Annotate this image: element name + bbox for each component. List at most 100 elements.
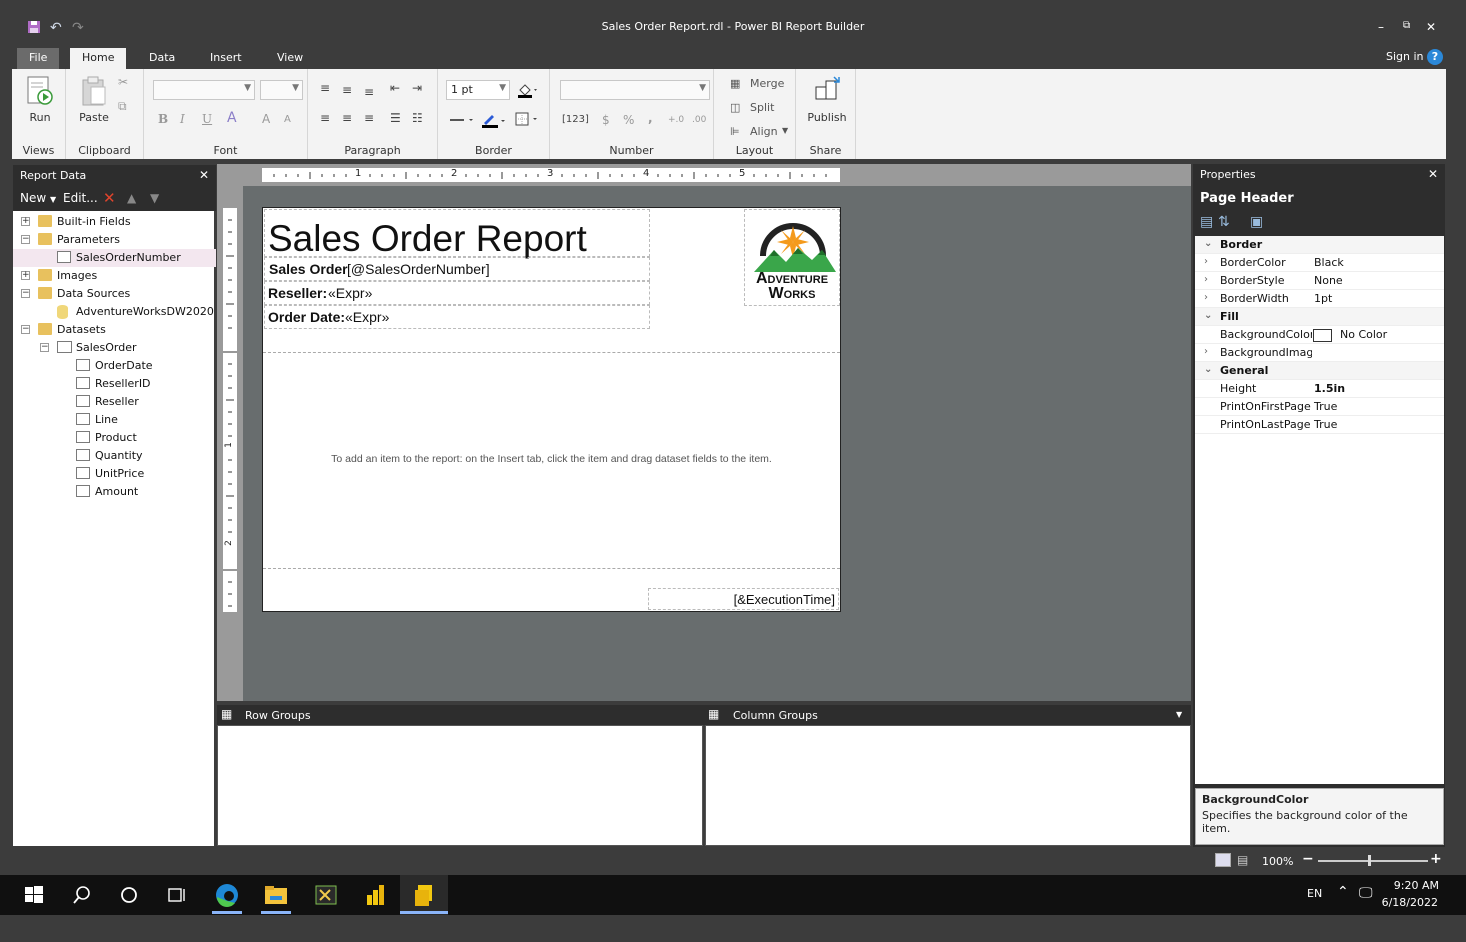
design-view-icon[interactable] [1215, 853, 1231, 867]
tree-item-built-in-fields[interactable]: + Built-in Fields [13, 213, 216, 231]
expand-icon[interactable]: › [1204, 274, 1208, 285]
font-color-button[interactable]: A [227, 110, 237, 126]
property-category-border[interactable]: ⌄ Border [1195, 236, 1444, 254]
tab-insert[interactable]: Insert [198, 48, 254, 69]
bold-button[interactable]: B [158, 112, 168, 126]
expand-icon[interactable]: › [1204, 256, 1208, 267]
tree-item-field[interactable]: Quantity [13, 447, 216, 465]
move-down-icon[interactable]: ▼ [150, 191, 159, 205]
align-bottom-icon[interactable]: ≡ [364, 85, 374, 99]
property-value[interactable]: True [1314, 418, 1337, 431]
numbering-icon[interactable]: ☷ [412, 111, 423, 125]
expander-icon[interactable]: − [21, 235, 30, 244]
property-row[interactable]: BackgroundColor No Color [1195, 326, 1444, 344]
categorized-icon[interactable]: ▤ [1200, 214, 1213, 230]
merge-button[interactable]: Merge [750, 77, 784, 90]
report-body[interactable]: To add an item to the report: on the Ins… [263, 353, 840, 569]
align-button[interactable]: Align [750, 125, 778, 138]
font-family-combo[interactable]: ▼ [153, 80, 255, 100]
align-right-icon[interactable]: ≡ [364, 111, 374, 125]
edit-button[interactable]: Edit... [63, 191, 98, 205]
color-swatch[interactable] [1313, 329, 1332, 342]
tree-item-field[interactable]: UnitPrice [13, 465, 216, 483]
move-up-icon[interactable]: ▲ [127, 191, 136, 205]
grow-font-button[interactable]: A [262, 112, 270, 126]
bullets-icon[interactable]: ☰ [390, 111, 401, 125]
tree-item-field[interactable]: Reseller [13, 393, 216, 411]
decrease-decimal-button[interactable]: .00 [692, 115, 706, 125]
property-row[interactable]: PrintOnLastPage True [1195, 416, 1444, 434]
split-button[interactable]: Split [750, 101, 774, 114]
publish-button[interactable]: Publish [804, 75, 850, 124]
property-value[interactable]: True [1314, 400, 1337, 413]
expander-icon[interactable]: − [40, 343, 49, 352]
network-icon[interactable]: 🖵 [1359, 885, 1373, 901]
report-data-close-icon[interactable]: ✕ [199, 168, 209, 182]
tree-item-data-sources[interactable]: − Data Sources [13, 285, 216, 303]
order-date-textbox[interactable]: Order Date: «Expr» [264, 305, 650, 329]
close-button[interactable]: ✕ [1426, 20, 1436, 34]
placeholder-format-button[interactable]: [123] [562, 114, 589, 125]
language-indicator[interactable]: EN [1307, 887, 1322, 900]
power-bi-icon[interactable] [361, 881, 389, 909]
property-row[interactable]: › BackgroundImage [1195, 344, 1444, 362]
tree-item-field[interactable]: OrderDate [13, 357, 216, 375]
tab-data[interactable]: Data [137, 48, 187, 69]
border-width-combo[interactable]: 1 pt ▼ [446, 80, 510, 100]
zoom-in-icon[interactable]: + [1430, 851, 1442, 867]
sign-in-link[interactable]: Sign in [1386, 50, 1424, 63]
cortana-icon[interactable] [115, 881, 143, 909]
expander-icon[interactable]: − [21, 325, 30, 334]
help-icon[interactable]: ? [1427, 49, 1443, 65]
tab-view[interactable]: View [265, 48, 315, 69]
tree-item-parameters[interactable]: − Parameters [13, 231, 216, 249]
expand-icon[interactable]: › [1204, 292, 1208, 303]
chevron-up-icon[interactable]: ⌃ [1337, 884, 1349, 900]
tree-item-sales-order-number[interactable]: SalesOrderNumber [13, 249, 216, 267]
shrink-font-button[interactable]: A [284, 114, 291, 125]
align-dropdown-icon[interactable]: ▼ [782, 126, 788, 135]
expander-icon[interactable]: + [21, 271, 30, 280]
windows-start-icon[interactable] [20, 881, 48, 909]
delete-icon[interactable]: ✕ [103, 189, 116, 207]
property-row[interactable]: Height 1.5in [1195, 380, 1444, 398]
report-builder-icon[interactable] [410, 881, 438, 909]
tab-file[interactable]: File [17, 48, 60, 69]
expand-icon[interactable]: › [1204, 346, 1208, 357]
property-row[interactable]: › BorderWidth 1pt [1195, 290, 1444, 308]
border-color-icon[interactable] [480, 111, 508, 132]
property-row[interactable]: PrintOnFirstPage True [1195, 398, 1444, 416]
zoom-slider-thumb[interactable] [1368, 855, 1371, 866]
paste-button[interactable]: Paste [74, 75, 114, 124]
property-category-fill[interactable]: ⌄ Fill [1195, 308, 1444, 326]
property-value[interactable]: None [1314, 274, 1343, 287]
minimize-button[interactable]: – [1378, 20, 1384, 34]
collapse-icon[interactable]: ⌄ [1204, 238, 1212, 249]
cut-icon[interactable]: ✂ [118, 75, 128, 89]
increase-decimal-button[interactable]: +.0 [668, 115, 684, 125]
restore-button[interactable]: ⧉ [1403, 20, 1410, 31]
tree-item-field[interactable]: Line [13, 411, 216, 429]
property-row[interactable]: › BorderColor Black [1195, 254, 1444, 272]
tree-item-images[interactable]: + Images [13, 267, 216, 285]
tree-item-adventureworks[interactable]: AdventureWorksDW2020 [13, 303, 216, 321]
column-groups-pane[interactable] [705, 725, 1191, 846]
edge-browser-icon[interactable] [213, 881, 241, 909]
expander-icon[interactable]: + [21, 217, 30, 226]
currency-button[interactable]: $ [602, 113, 610, 127]
reseller-textbox[interactable]: Reseller: «Expr» [264, 281, 650, 305]
zoom-out-icon[interactable]: − [1302, 851, 1314, 867]
search-icon[interactable] [68, 881, 96, 909]
property-value[interactable]: 1pt [1314, 292, 1332, 305]
font-size-combo[interactable]: ▼ [260, 80, 303, 100]
preview-view-icon[interactable]: ▤ [1237, 853, 1248, 867]
run-button[interactable]: Run [20, 75, 60, 124]
alphabetical-icon[interactable]: ⇅ [1218, 214, 1230, 230]
zoom-slider[interactable] [1318, 860, 1428, 862]
task-view-icon[interactable] [163, 881, 191, 909]
sql-tool-icon[interactable] [312, 881, 340, 909]
tab-home[interactable]: Home [70, 48, 127, 69]
tree-item-field[interactable]: Product [13, 429, 216, 447]
italic-button[interactable]: I [180, 112, 185, 126]
sales-order-textbox[interactable]: Sales Order [@SalesOrderNumber] [264, 257, 650, 281]
